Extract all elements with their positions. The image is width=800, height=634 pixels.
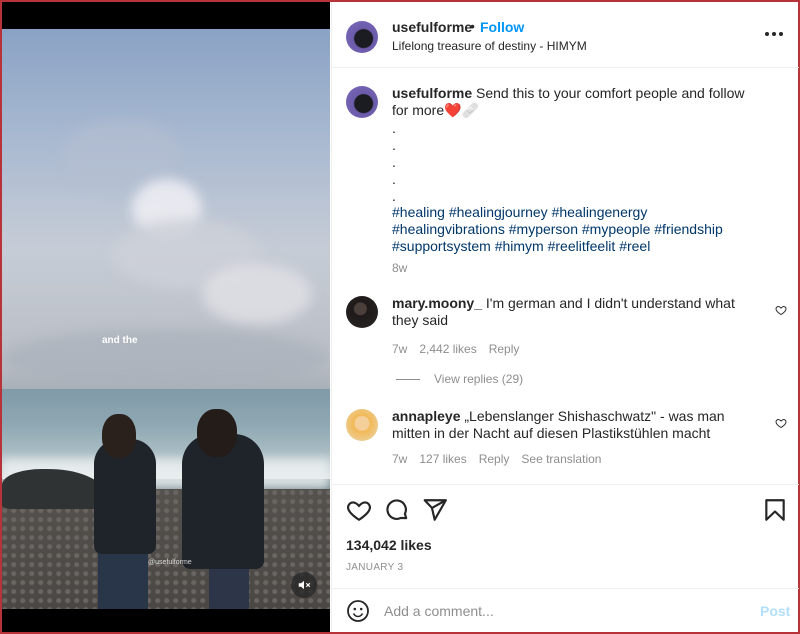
caption-dot: . xyxy=(392,137,396,153)
add-comment-bar: Post xyxy=(332,588,799,632)
video-scenery xyxy=(2,329,330,389)
comment-likes[interactable]: 2,442 likes xyxy=(419,342,476,356)
caption-dot: . xyxy=(392,188,396,204)
author-avatar[interactable] xyxy=(346,21,378,53)
like-count[interactable]: 134,042 likes xyxy=(346,537,432,553)
comment-meta: 7w 127 likes Reply See translation xyxy=(392,452,601,466)
post-comment-button[interactable]: Post xyxy=(760,603,790,619)
media-panel: and the @usefulforme xyxy=(2,2,330,632)
person-figure xyxy=(209,564,249,609)
caption-dot: . xyxy=(392,154,396,170)
comment-text: mary.moony_ I'm german and I didn't unde… xyxy=(392,295,762,329)
reply-button[interactable]: Reply xyxy=(479,452,510,466)
heart-icon[interactable] xyxy=(346,497,372,523)
caption-author-avatar[interactable] xyxy=(346,86,378,118)
caption-username[interactable]: usefulforme xyxy=(392,85,472,101)
commenter-avatar[interactable] xyxy=(346,409,378,441)
post-details-panel: usefulforme • Follow Lifelong treasure o… xyxy=(331,2,799,632)
more-options-dot xyxy=(772,32,776,36)
comment-likes[interactable]: 127 likes xyxy=(419,452,466,466)
more-options-dot xyxy=(765,32,769,36)
comment-heart-icon[interactable] xyxy=(775,417,787,429)
comment-icon[interactable] xyxy=(384,497,410,523)
comment-text: annapleye „Lebenslanger Shishaschwatz" -… xyxy=(392,408,762,442)
bookmark-icon[interactable] xyxy=(762,497,788,523)
more-options-dot xyxy=(779,32,783,36)
comment-time[interactable]: 7w xyxy=(392,342,407,356)
audio-subtitle[interactable]: Lifelong treasure of destiny - HIMYM xyxy=(392,39,587,53)
header-separator: • xyxy=(470,18,475,34)
share-icon[interactable] xyxy=(422,497,448,523)
commenter-username[interactable]: mary.moony_ xyxy=(392,295,482,311)
more-options-icon[interactable] xyxy=(765,26,785,42)
post-date[interactable]: JANUARY 3 xyxy=(346,562,403,573)
author-username[interactable]: usefulforme xyxy=(392,19,472,35)
caption-dot: . xyxy=(392,171,396,187)
comment-heart-icon[interactable] xyxy=(775,304,787,316)
comment-input[interactable] xyxy=(384,599,744,623)
reply-button[interactable]: Reply xyxy=(489,342,520,356)
view-replies-label: View replies (29) xyxy=(434,372,524,386)
follow-button[interactable]: Follow xyxy=(480,19,524,35)
emoji-icon[interactable] xyxy=(346,599,370,623)
video-watermark: @usefulforme xyxy=(148,559,192,566)
speaker-muted-icon xyxy=(298,580,311,590)
person-figure xyxy=(197,409,237,457)
comment-meta: 7w 2,442 likes Reply xyxy=(392,342,519,356)
mute-button[interactable] xyxy=(291,572,317,598)
person-figure xyxy=(102,414,136,458)
post-actions: 134,042 likes JANUARY 3 xyxy=(332,484,799,588)
video-scenery xyxy=(202,264,312,324)
caption-dots: . . . . . xyxy=(392,120,396,205)
caption-dot: . xyxy=(392,120,396,136)
person-figure xyxy=(98,549,148,609)
caption-hashtags[interactable]: #healing #healingjourney #healingenergy … xyxy=(392,204,762,255)
view-replies-line xyxy=(396,378,420,380)
caption-timestamp[interactable]: 8w xyxy=(392,261,407,275)
commenter-avatar[interactable] xyxy=(346,296,378,328)
see-translation-button[interactable]: See translation xyxy=(521,452,601,466)
caption-text: usefulforme Send this to your comfort pe… xyxy=(392,85,762,119)
reel-video[interactable]: and the @usefulforme xyxy=(2,29,330,609)
video-scenery xyxy=(2,469,102,509)
video-caption-overlay: and the xyxy=(102,335,138,346)
commenter-username[interactable]: annapleye xyxy=(392,408,460,424)
view-replies-button[interactable]: View replies (29) xyxy=(396,372,523,386)
comment-time[interactable]: 7w xyxy=(392,452,407,466)
post-header: usefulforme • Follow Lifelong treasure o… xyxy=(332,2,799,68)
